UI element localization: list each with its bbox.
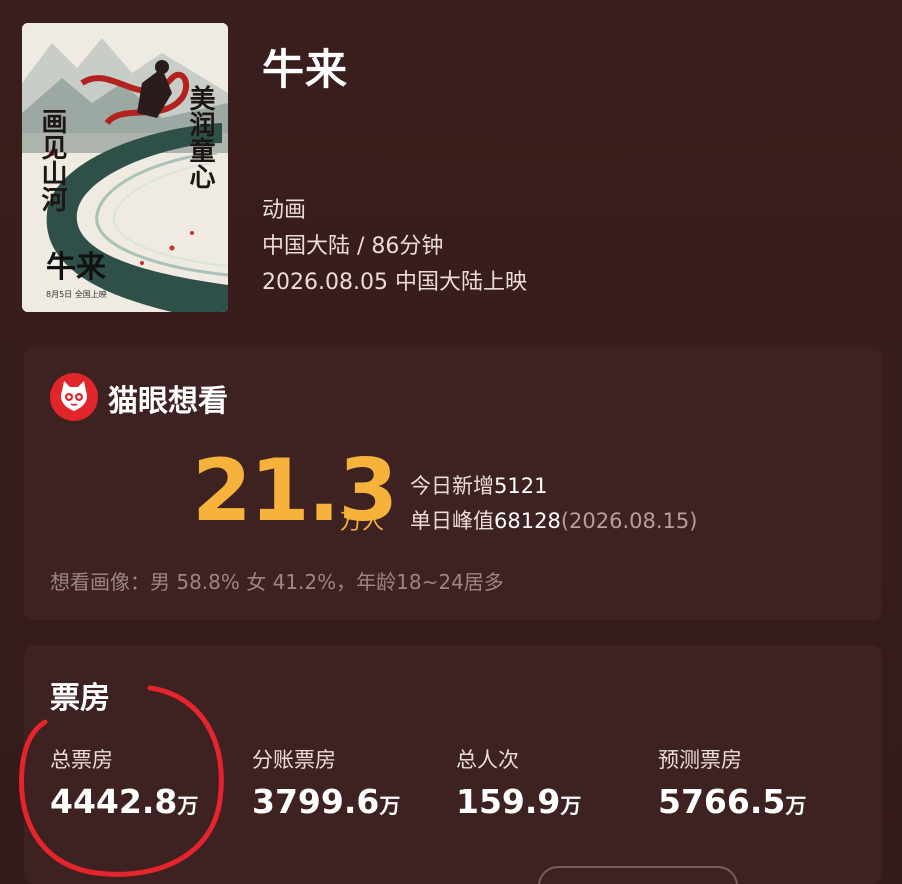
movie-genre: 动画 [262, 198, 307, 223]
box-office-split-unit: 万 [379, 794, 401, 818]
box-office-forecast: 预测票房 5766.5万 [658, 744, 806, 821]
daily-peak-label: 单日峰值 [410, 509, 494, 533]
movie-region-duration: 中国大陆 / 86分钟 [262, 234, 444, 259]
poster-left-text: 画见山河 [37, 108, 67, 212]
movie-release-date: 2026.08.05 中国大陆上映 [262, 270, 527, 295]
today-new-line: 今日新增5121 [410, 470, 547, 500]
box-office-admissions-value: 159.9 [456, 782, 561, 821]
today-new-value: 5121 [494, 474, 548, 498]
movie-poster[interactable]: 画见山河 美润童心 牛来 8月5日 全国上映 [22, 23, 228, 312]
box-office-total-unit: 万 [177, 794, 199, 818]
box-office-forecast-unit: 万 [785, 794, 807, 818]
box-office-admissions-label: 总人次 [456, 748, 519, 772]
movie-title: 牛来 [262, 45, 349, 94]
box-office-total-label: 总票房 [50, 748, 113, 772]
box-office-total-value-line: 4442.8万 [50, 782, 198, 821]
poster-right-text: 美润童心 [185, 84, 215, 189]
poster-date-text: 8月5日 全国上映 [46, 289, 107, 299]
box-office-forecast-label: 预测票房 [658, 748, 742, 772]
bottom-pill-button[interactable] [538, 866, 738, 884]
maoyan-want-title: 猫眼想看 [108, 384, 228, 419]
want-total-unit: 万人 [340, 510, 385, 535]
movie-detail-page: 画见山河 美润童心 牛来 8月5日 全国上映 牛来 动画 中国大陆 / 86分钟… [0, 0, 902, 884]
daily-peak-value: 68128 [494, 509, 561, 533]
box-office-admissions: 总人次 159.9万 [456, 744, 581, 821]
box-office-split-value: 3799.6 [252, 782, 380, 821]
box-office-total-value: 4442.8 [50, 782, 178, 821]
poster-title-text: 牛来 [46, 250, 106, 285]
audience-portrait: 想看画像：男 58.8% 女 41.2%，年龄18~24居多 [50, 570, 504, 594]
box-office-admissions-value-line: 159.9万 [456, 782, 581, 821]
box-office-split: 分账票房 3799.6万 [252, 744, 400, 821]
box-office-split-value-line: 3799.6万 [252, 782, 400, 821]
maoyan-cat-icon [50, 373, 98, 421]
daily-peak-line: 单日峰值68128(2026.08.15) [410, 505, 697, 535]
box-office-total: 总票房 4442.8万 [50, 744, 198, 821]
box-office-split-label: 分账票房 [252, 748, 336, 772]
box-office-title: 票房 [50, 681, 110, 716]
poster-artwork: 画见山河 美润童心 牛来 8月5日 全国上映 [22, 23, 228, 312]
box-office-forecast-value-line: 5766.5万 [658, 782, 806, 821]
today-new-label: 今日新增 [410, 474, 494, 498]
daily-peak-date: (2026.08.15) [560, 509, 698, 533]
box-office-admissions-unit: 万 [560, 794, 582, 818]
box-office-forecast-value: 5766.5 [658, 782, 786, 821]
